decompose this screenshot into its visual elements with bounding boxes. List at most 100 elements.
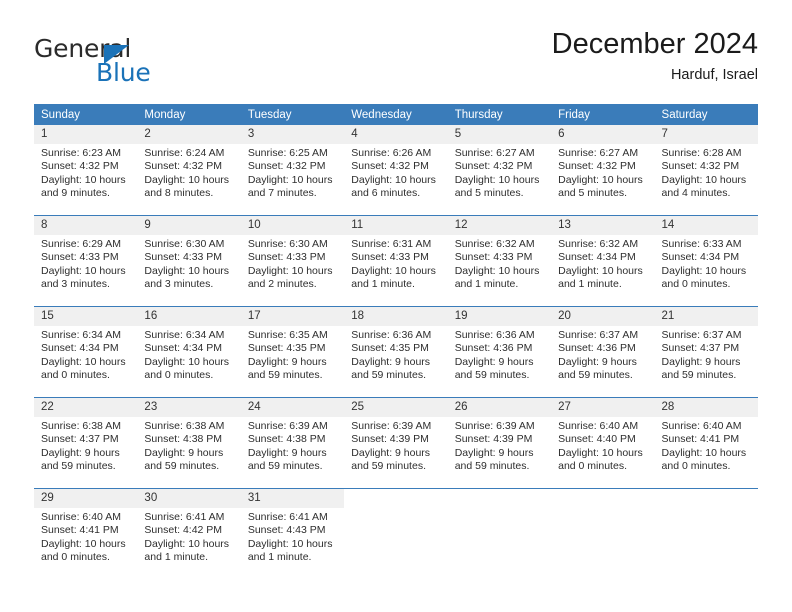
calendar-day-cell: 3 Sunrise: 6:25 AM Sunset: 4:32 PM Daylight…	[240, 125, 345, 216]
day-details: Sunrise: 6:37 AM Sunset: 4:36 PM Daylight:…	[551, 326, 654, 382]
calendar-day[interactable]: 19 Sunrise: 6:36 AM Sunset: 4:36 PM Dayligh…	[447, 307, 552, 396]
calendar-day[interactable]: 3 Sunrise: 6:25 AM Sunset: 4:32 PM Daylight…	[240, 125, 345, 214]
daylight-duration-line-1: Daylight: 9 hours	[247, 446, 327, 459]
calendar-page: General Blue December 2024 Harduf, Israe…	[0, 0, 792, 612]
calendar-day[interactable]: 12 Sunrise: 6:32 AM Sunset: 4:33 PM Dayligh…	[447, 216, 552, 305]
day-details: Sunrise: 6:35 AM Sunset: 4:35 PM Daylight:…	[241, 326, 344, 382]
calendar-day[interactable]: 1 Sunrise: 6:23 AM Sunset: 4:32 PM Daylight…	[34, 125, 138, 214]
daylight-duration-line-2: and 9 minutes.	[41, 186, 110, 199]
calendar-day[interactable]: 6 Sunrise: 6:27 AM Sunset: 4:32 PM Daylight…	[551, 125, 655, 214]
daylight-duration-line-1: Daylight: 10 hours	[558, 264, 643, 277]
calendar-day-cell: 7 Sunrise: 6:28 AM Sunset: 4:32 PM Daylight…	[654, 125, 758, 216]
calendar-day[interactable]: 7 Sunrise: 6:28 AM Sunset: 4:32 PM Daylight…	[654, 125, 758, 214]
day-details: Sunrise: 6:29 AM Sunset: 4:33 PM Daylight:…	[34, 235, 137, 291]
day-number: 13	[551, 216, 655, 235]
daylight-duration-line-1: Daylight: 10 hours	[661, 173, 747, 186]
calendar-day[interactable]: 24 Sunrise: 6:39 AM Sunset: 4:38 PM Dayligh…	[240, 398, 345, 487]
calendar-day-cell: 12 Sunrise: 6:32 AM Sunset: 4:33 PM Dayligh…	[447, 215, 552, 307]
calendar-week-row: 29 Sunrise: 6:40 AM Sunset: 4:41 PM Dayligh…	[34, 488, 758, 579]
sunrise-time: Sunrise: 6:30 AM	[144, 238, 225, 250]
calendar-day[interactable]: 18 Sunrise: 6:36 AM Sunset: 4:35 PM Dayligh…	[344, 307, 448, 396]
calendar-day-cell: 6 Sunrise: 6:27 AM Sunset: 4:32 PM Daylight…	[551, 125, 655, 216]
calendar-day[interactable]: 31 Sunrise: 6:41 AM Sunset: 4:43 PM Dayligh…	[240, 489, 345, 578]
calendar-day[interactable]: 15 Sunrise: 6:34 AM Sunset: 4:34 PM Dayligh…	[34, 307, 138, 396]
calendar-day[interactable]: 23 Sunrise: 6:38 AM Sunset: 4:38 PM Dayligh…	[137, 398, 241, 487]
calendar-day[interactable]: 22 Sunrise: 6:38 AM Sunset: 4:37 PM Dayligh…	[34, 398, 138, 487]
calendar-day[interactable]: 8 Sunrise: 6:29 AM Sunset: 4:33 PM Daylight…	[34, 216, 138, 305]
weekday-header-monday: Monday	[137, 104, 241, 125]
sunrise-time: Sunrise: 6:39 AM	[247, 420, 328, 432]
calendar-day-cell: 30 Sunrise: 6:41 AM Sunset: 4:42 PM Dayligh…	[137, 488, 241, 579]
day-number: 25	[344, 398, 448, 417]
day-details: Sunrise: 6:36 AM Sunset: 4:36 PM Daylight:…	[448, 326, 551, 382]
calendar-day-cell: 14 Sunrise: 6:33 AM Sunset: 4:34 PM Dayligh…	[654, 215, 758, 307]
calendar-day[interactable]: 10 Sunrise: 6:30 AM Sunset: 4:33 PM Dayligh…	[240, 216, 345, 305]
calendar-day[interactable]: 26 Sunrise: 6:39 AM Sunset: 4:39 PM Dayligh…	[447, 398, 552, 487]
daylight-duration-line-2: and 4 minutes.	[661, 186, 731, 199]
day-number: 4	[344, 125, 448, 144]
calendar-day-cell	[344, 488, 448, 579]
weekday-header-tuesday: Tuesday	[240, 104, 345, 125]
calendar-day[interactable]: 25 Sunrise: 6:39 AM Sunset: 4:39 PM Dayligh…	[344, 398, 448, 487]
calendar-day-cell: 31 Sunrise: 6:41 AM Sunset: 4:43 PM Dayligh…	[240, 488, 345, 579]
daylight-duration-line-1: Daylight: 10 hours	[144, 264, 230, 277]
calendar-day[interactable]: 2 Sunrise: 6:24 AM Sunset: 4:32 PM Daylight…	[137, 125, 241, 214]
sunrise-time: Sunrise: 6:34 AM	[144, 329, 225, 341]
day-number: 20	[551, 307, 655, 326]
calendar-day[interactable]: 5 Sunrise: 6:27 AM Sunset: 4:32 PM Daylight…	[447, 125, 552, 214]
day-details: Sunrise: 6:40 AM Sunset: 4:41 PM Daylight:…	[34, 508, 137, 564]
sunrise-time: Sunrise: 6:25 AM	[247, 147, 328, 159]
calendar-day[interactable]: 20 Sunrise: 6:37 AM Sunset: 4:36 PM Dayligh…	[551, 307, 655, 396]
calendar-day[interactable]: 16 Sunrise: 6:34 AM Sunset: 4:34 PM Dayligh…	[137, 307, 241, 396]
day-number: 15	[34, 307, 138, 326]
general-blue-logo[interactable]: General Blue	[34, 36, 254, 94]
day-details: Sunrise: 6:27 AM Sunset: 4:32 PM Daylight:…	[448, 144, 551, 200]
weekday-header-wednesday: Wednesday	[344, 104, 448, 125]
daylight-duration-line-2: and 0 minutes.	[661, 277, 731, 290]
sunset-time: Sunset: 4:32 PM	[351, 160, 429, 173]
day-number: 22	[34, 398, 138, 417]
calendar-day[interactable]: 11 Sunrise: 6:31 AM Sunset: 4:33 PM Dayligh…	[344, 216, 448, 305]
day-number: 27	[551, 398, 655, 417]
sunrise-time: Sunrise: 6:40 AM	[661, 420, 742, 432]
sunset-time: Sunset: 4:32 PM	[144, 160, 223, 173]
weekday-header-row: Sunday Monday Tuesday Wednesday Thursday…	[34, 104, 758, 125]
calendar-day[interactable]: 17 Sunrise: 6:35 AM Sunset: 4:35 PM Dayligh…	[240, 307, 345, 396]
page-header: General Blue December 2024 Harduf, Israe…	[34, 28, 758, 98]
day-details: Sunrise: 6:39 AM Sunset: 4:39 PM Daylight:…	[448, 417, 551, 473]
calendar-day-cell: 23 Sunrise: 6:38 AM Sunset: 4:38 PM Dayligh…	[137, 397, 241, 489]
daylight-duration-line-1: Daylight: 9 hours	[351, 355, 431, 368]
day-number: 16	[137, 307, 241, 326]
calendar-day[interactable]: 9 Sunrise: 6:30 AM Sunset: 4:33 PM Daylight…	[137, 216, 241, 305]
calendar-week-row: 8 Sunrise: 6:29 AM Sunset: 4:33 PM Daylight…	[34, 215, 758, 307]
calendar-day[interactable]: 21 Sunrise: 6:37 AM Sunset: 4:37 PM Dayligh…	[654, 307, 758, 396]
calendar-day[interactable]: 29 Sunrise: 6:40 AM Sunset: 4:41 PM Dayligh…	[34, 489, 138, 578]
daylight-duration-line-1: Daylight: 10 hours	[144, 537, 230, 550]
daylight-duration-line-1: Daylight: 9 hours	[661, 355, 741, 368]
daylight-duration-line-2: and 0 minutes.	[558, 459, 627, 472]
logo-text-blue: Blue	[96, 58, 151, 87]
sunrise-time: Sunrise: 6:29 AM	[41, 238, 121, 250]
calendar-day-empty	[448, 489, 551, 578]
calendar-day-cell	[654, 488, 758, 579]
page-title: December 2024	[551, 28, 758, 60]
daylight-duration-line-1: Daylight: 10 hours	[661, 446, 747, 459]
daylight-duration-line-2: and 2 minutes.	[247, 277, 317, 290]
sunset-time: Sunset: 4:33 PM	[247, 251, 326, 264]
calendar-day[interactable]: 4 Sunrise: 6:26 AM Sunset: 4:32 PM Daylight…	[344, 125, 448, 214]
calendar-day[interactable]: 27 Sunrise: 6:40 AM Sunset: 4:40 PM Dayligh…	[551, 398, 655, 487]
day-number: 3	[240, 125, 345, 144]
sunrise-time: Sunrise: 6:28 AM	[661, 147, 742, 159]
calendar-day-cell: 20 Sunrise: 6:37 AM Sunset: 4:36 PM Dayligh…	[551, 306, 655, 398]
sunrise-time: Sunrise: 6:23 AM	[41, 147, 121, 159]
calendar-day[interactable]: 28 Sunrise: 6:40 AM Sunset: 4:41 PM Dayligh…	[654, 398, 758, 487]
day-details: Sunrise: 6:34 AM Sunset: 4:34 PM Daylight:…	[34, 326, 137, 382]
calendar-day[interactable]: 13 Sunrise: 6:32 AM Sunset: 4:34 PM Dayligh…	[551, 216, 655, 305]
day-number: 8	[34, 216, 138, 235]
daylight-duration-line-2: and 59 minutes.	[454, 368, 530, 381]
calendar-day[interactable]: 30 Sunrise: 6:41 AM Sunset: 4:42 PM Dayligh…	[137, 489, 241, 578]
day-details: Sunrise: 6:38 AM Sunset: 4:37 PM Daylight:…	[34, 417, 137, 473]
day-details	[551, 508, 654, 511]
sunset-time: Sunset: 4:41 PM	[661, 433, 740, 446]
calendar-day[interactable]: 14 Sunrise: 6:33 AM Sunset: 4:34 PM Dayligh…	[654, 216, 758, 305]
